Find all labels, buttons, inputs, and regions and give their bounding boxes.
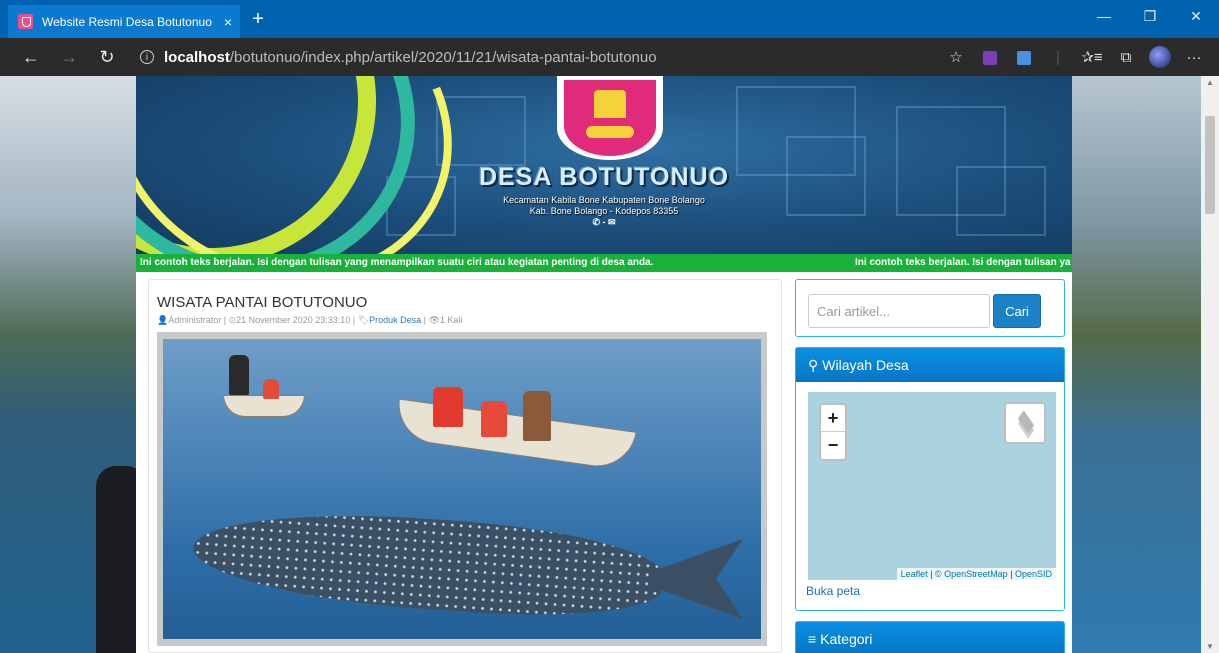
user-icon: 👤 bbox=[157, 315, 169, 325]
more-icon[interactable]: ··· bbox=[1177, 49, 1211, 66]
minimize-button[interactable]: — bbox=[1081, 8, 1127, 24]
page-scrollbar[interactable]: ▲ ▼ bbox=[1201, 76, 1219, 653]
village-map[interactable]: + − Leaflet | © OpenStreetMap | OpenSID bbox=[808, 392, 1056, 580]
contact-icons: ✆ - ✉ bbox=[592, 217, 616, 227]
open-map-link[interactable]: Buka peta bbox=[806, 584, 860, 598]
article-category-link[interactable]: Produk Desa bbox=[369, 315, 421, 325]
zoom-out-button[interactable]: − bbox=[821, 432, 845, 459]
tag-icon: 🏷 bbox=[357, 315, 370, 325]
site-address: Kab. Bone Bolango - Kodepos 83355 bbox=[529, 206, 679, 216]
collections-icon[interactable]: ⧉ bbox=[1109, 49, 1143, 66]
extension-icon[interactable] bbox=[973, 49, 1007, 66]
map-attribution: Leaflet | © OpenStreetMap | OpenSID bbox=[896, 568, 1056, 580]
article-views: 1 Kali bbox=[439, 315, 463, 325]
address-bar[interactable]: i localhost /botutonuo/index.php/artikel… bbox=[140, 49, 939, 66]
browser-navbar: ← → ↻ i localhost /botutonuo/index.php/a… bbox=[0, 38, 1219, 76]
url-path: /botutonuo/index.php/artikel/2020/11/21/… bbox=[229, 48, 657, 66]
layers-icon[interactable] bbox=[1004, 402, 1046, 444]
article-date: 21 November 2020 23:33:10 bbox=[236, 315, 351, 325]
site-subtitle: Kecamatan Kabila Bone Kabupaten Bone Bol… bbox=[503, 195, 705, 205]
favorites-icon[interactable]: ✰≡ bbox=[1075, 48, 1109, 66]
scrollbar-thumb[interactable] bbox=[1205, 116, 1215, 214]
sidebar: Cari ⚲Wilayah Desa + − Leaflet bbox=[795, 279, 1065, 653]
leaflet-link[interactable]: Leaflet bbox=[901, 569, 928, 579]
category-widget: ≡ Kategori bbox=[795, 621, 1065, 653]
running-text: Ini contoh teks berjalan. Isi dengan tul… bbox=[136, 254, 1072, 272]
close-window-button[interactable]: ✕ bbox=[1173, 8, 1219, 25]
ticker-text-repeat: Ini contoh teks berjalan. Isi dengan tul… bbox=[855, 257, 1071, 268]
star-icon[interactable]: ☆ bbox=[939, 48, 973, 66]
map-marker-icon: ⚲ bbox=[808, 357, 819, 373]
osm-link[interactable]: © OpenStreetMap bbox=[935, 569, 1008, 579]
search-input[interactable] bbox=[808, 294, 990, 328]
profile-icon[interactable] bbox=[1143, 46, 1177, 68]
browser-tab[interactable]: Website Resmi Desa Botutonuo × bbox=[8, 5, 240, 38]
refresh-button[interactable]: ↻ bbox=[88, 47, 126, 68]
restore-button[interactable]: ❐ bbox=[1127, 8, 1173, 25]
forward-button[interactable]: → bbox=[50, 47, 88, 68]
browser-titlebar: Website Resmi Desa Botutonuo × + — ❐ ✕ bbox=[0, 0, 1219, 38]
article-meta: 👤Administrator | ⊙21 November 2020 23:33… bbox=[157, 315, 463, 325]
site-header: DESA BOTUTONUO Kecamatan Kabila Bone Kab… bbox=[136, 76, 1072, 254]
search-widget: Cari bbox=[795, 279, 1065, 337]
opensid-link[interactable]: OpenSID bbox=[1015, 569, 1052, 579]
zoom-control: + − bbox=[819, 403, 847, 461]
zoom-in-button[interactable]: + bbox=[821, 405, 845, 432]
ticker-text: Ini contoh teks berjalan. Isi dengan tul… bbox=[140, 257, 654, 268]
close-tab-icon[interactable]: × bbox=[216, 14, 240, 30]
background-photo-right bbox=[1072, 76, 1201, 653]
info-icon[interactable]: i bbox=[140, 50, 154, 64]
article-title: WISATA PANTAI BOTUTONUO bbox=[157, 294, 368, 311]
background-photo-left bbox=[0, 76, 146, 653]
site-title: DESA BOTUTONUO bbox=[478, 163, 730, 191]
reading-icon[interactable] bbox=[1007, 49, 1041, 66]
category-title: Kategori bbox=[820, 631, 873, 647]
site-container: DESA BOTUTONUO Kecamatan Kabila Bone Kab… bbox=[136, 76, 1072, 653]
eye-icon: 👁 bbox=[428, 315, 440, 325]
region-widget: ⚲ Wilayah Desa + − Leaflet | © OpenStreet… bbox=[795, 347, 1065, 611]
back-button[interactable]: ← bbox=[12, 47, 50, 68]
search-button[interactable]: Cari bbox=[993, 294, 1041, 328]
region-title: Wilayah Desa bbox=[822, 357, 909, 373]
url-host: localhost bbox=[164, 48, 230, 66]
region-widget-header: ⚲ Wilayah Desa bbox=[796, 348, 1064, 382]
tab-title: Website Resmi Desa Botutonuo bbox=[42, 14, 212, 29]
page-viewport: DESA BOTUTONUO Kecamatan Kabila Bone Kab… bbox=[0, 76, 1201, 653]
article-panel: WISATA PANTAI BOTUTONUO 👤Administrator |… bbox=[148, 279, 782, 653]
article-image bbox=[157, 332, 767, 646]
article-author: Administrator bbox=[168, 315, 222, 325]
favicon-icon bbox=[18, 14, 33, 29]
category-widget-header: ≡ Kategori bbox=[796, 622, 1064, 653]
village-logo bbox=[557, 76, 663, 160]
list-icon: ≡ bbox=[808, 631, 817, 647]
new-tab-button[interactable]: + bbox=[247, 8, 269, 31]
